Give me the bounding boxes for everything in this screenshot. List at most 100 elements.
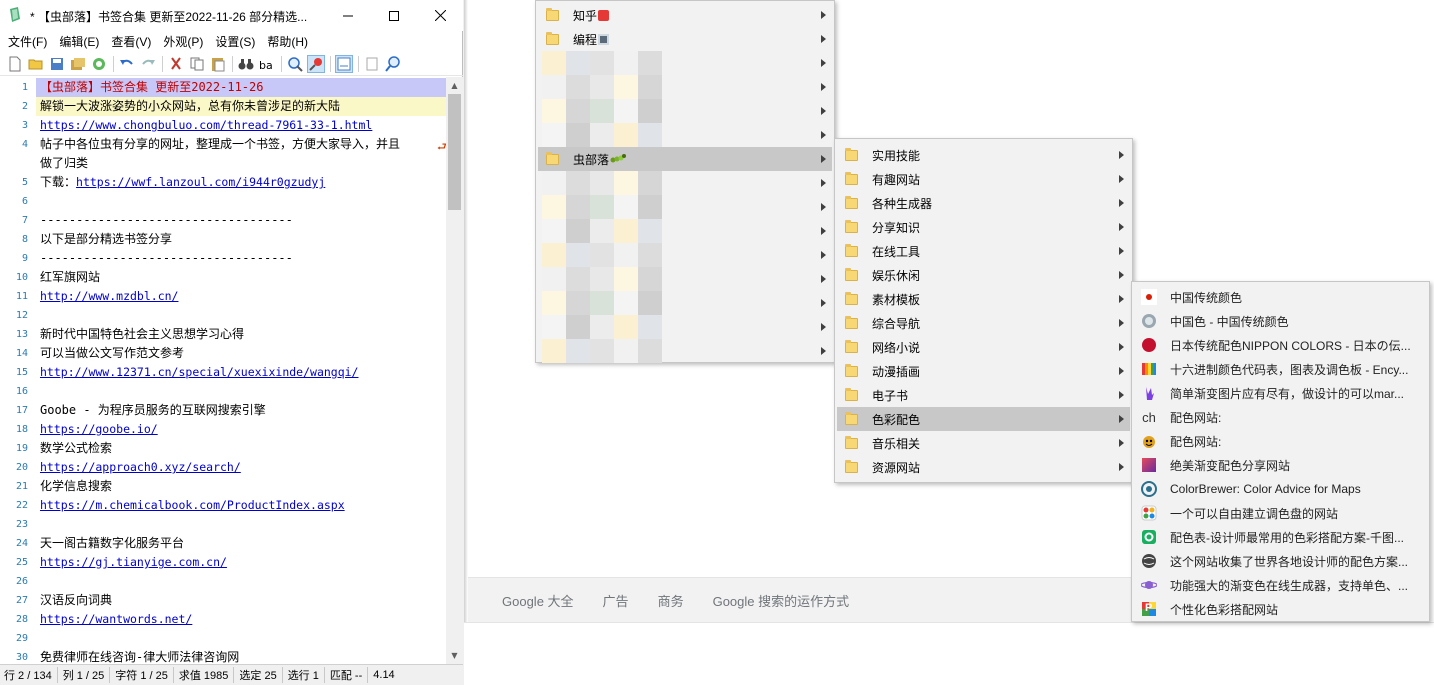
bookmark-link[interactable]: 简单渐变图片应有尽有，做设计的可以mar... (1134, 381, 1427, 405)
svg-text:ba: ba (259, 59, 273, 71)
download-link[interactable]: https://wwf.lanzoul.com/i944r0gzudyj (76, 175, 325, 189)
menu-view[interactable]: 查看(V) (111, 33, 151, 50)
bookmark-link[interactable]: 功能强大的渐变色在线生成器，支持单色、... (1134, 573, 1427, 597)
bookmark-link[interactable]: 配色表-设计师最常用的色彩搭配方案-千图... (1134, 525, 1427, 549)
zoom-button[interactable] (286, 55, 304, 73)
bookmark-folder[interactable]: 分享知识 (837, 215, 1130, 239)
replace-button[interactable]: ba (258, 55, 276, 73)
bookmark-link-label: 配色网站: (1170, 410, 1222, 425)
redo-button[interactable] (139, 55, 157, 73)
blurred-tile (590, 51, 614, 75)
bookmark-folder-label: 网络小说 (872, 340, 921, 355)
undo-button[interactable] (118, 55, 136, 73)
footer-link-all[interactable]: Google 大全 (502, 591, 574, 610)
bookmark-link[interactable]: 配色网站: (1134, 429, 1427, 453)
scheme-button[interactable] (363, 55, 381, 73)
new-file-button[interactable] (6, 55, 24, 73)
bookmark-folder-label: 资源网站 (872, 460, 921, 475)
blurred-bookmark-folder[interactable] (538, 75, 832, 99)
footer-link-business[interactable]: 商务 (658, 591, 684, 610)
close-button[interactable] (417, 0, 463, 31)
bookmark-folder[interactable]: 实用技能 (837, 143, 1130, 167)
maximize-button[interactable] (371, 0, 417, 31)
find-button[interactable] (237, 55, 255, 73)
link-line[interactable]: http://www.mzdbl.cn/ (36, 287, 446, 306)
bookmark-folder[interactable]: 音乐相关 (837, 431, 1130, 455)
blurred-bookmark-folder[interactable] (538, 219, 832, 243)
blurred-bookmark-folder[interactable] (538, 315, 832, 339)
footer-link-how-search-works[interactable]: Google 搜索的运作方式 (713, 591, 850, 610)
paste-button[interactable] (209, 55, 227, 73)
bookmark-folder[interactable]: 编程 (538, 27, 832, 51)
scroll-up-arrow[interactable]: ▲ (446, 77, 463, 94)
pin-button[interactable] (307, 54, 325, 73)
menu-edit[interactable]: 编辑(E) (59, 33, 99, 50)
bookmark-folder[interactable]: 资源网站 (837, 455, 1130, 479)
bookmark-link[interactable]: ColorBrewer: Color Advice for Maps (1134, 477, 1427, 501)
link-line[interactable]: https://wantwords.net/ (36, 610, 446, 629)
bookmark-folder[interactable]: 网络小说 (837, 335, 1130, 359)
bookmark-folder[interactable]: 娱乐休闲 (837, 263, 1130, 287)
scroll-down-arrow[interactable]: ▼ (446, 647, 463, 664)
bookmark-folder[interactable]: 各种生成器 (837, 191, 1130, 215)
bookmark-folder[interactable]: 动漫插画 (837, 359, 1130, 383)
bookmark-folder[interactable]: 素材模板 (837, 287, 1130, 311)
blurred-bookmark-folder[interactable] (538, 51, 832, 75)
scrollbar-thumb[interactable] (448, 94, 461, 210)
link-line[interactable]: https://m.chemicalbook.com/ProductIndex.… (36, 496, 446, 515)
open-file-button[interactable] (27, 55, 45, 73)
blurred-bookmark-folder[interactable] (538, 243, 832, 267)
menu-file[interactable]: 文件(F) (8, 33, 47, 50)
bookmark-link[interactable]: 日本传统配色NIPPON COLORS - 日本の伝... (1134, 333, 1427, 357)
bookmark-folder[interactable]: 虫部落 (538, 147, 832, 171)
word-wrap-button[interactable] (335, 54, 353, 73)
bookmark-folder[interactable]: 知乎 (538, 3, 832, 27)
blurred-bookmark-folder[interactable] (538, 99, 832, 123)
copy-button[interactable] (188, 55, 206, 73)
link-line[interactable]: https://goobe.io/ (36, 420, 446, 439)
bookmark-folder[interactable]: 有趣网站 (837, 167, 1130, 191)
minimize-button[interactable] (325, 0, 371, 31)
menu-help[interactable]: 帮助(H) (267, 33, 308, 50)
cut-button[interactable] (167, 55, 185, 73)
reload-button[interactable] (90, 55, 108, 73)
bookmark-link-label: 功能强大的渐变色在线生成器，支持单色、... (1170, 578, 1409, 593)
bookmark-link[interactable]: 绝美渐变配色分享网站 (1134, 453, 1427, 477)
link-line[interactable]: https://www.chongbuluo.com/thread-7961-3… (36, 116, 446, 135)
blurred-bookmark-folder[interactable] (538, 171, 832, 195)
save-all-button[interactable] (69, 55, 87, 73)
line-number: 12 (15, 310, 28, 321)
bookmark-link[interactable]: ch 配色网站: (1134, 405, 1427, 429)
link-line[interactable]: https://approach0.xyz/search/ (36, 458, 446, 477)
line-number: 11 (15, 291, 28, 302)
blurred-bookmark-folder[interactable] (538, 123, 832, 147)
bookmark-link-label: 配色网站: (1170, 434, 1222, 449)
bookmark-link[interactable]: 中国传统颜色 (1134, 285, 1427, 309)
blurred-tile (590, 123, 614, 147)
save-button[interactable] (48, 55, 66, 73)
blurred-bookmark-folder[interactable] (538, 267, 832, 291)
blurred-bookmark-folder[interactable] (538, 339, 832, 363)
bookmark-link-label: 中国色 - 中国传统颜色 (1170, 314, 1289, 329)
blurred-bookmark-folder[interactable] (538, 291, 832, 315)
bookmark-folder[interactable]: 电子书 (837, 383, 1130, 407)
blurred-bookmark-folder[interactable] (538, 195, 832, 219)
bookmark-folder[interactable]: 综合导航 (837, 311, 1130, 335)
bookmark-link[interactable]: P 个性化色彩搭配网站 (1134, 597, 1427, 621)
text-area[interactable]: 【虫部落】书签合集 更新至2022-11-26 解锁一大波涨姿势的小众网站，总有你… (36, 77, 446, 664)
bookmark-link[interactable]: 十六进制颜色代码表，图表及调色板 - Ency... (1134, 357, 1427, 381)
search-button[interactable] (384, 55, 402, 73)
menu-settings[interactable]: 设置(S) (215, 33, 255, 50)
bookmark-link[interactable]: 一个可以自由建立调色盘的网站 (1134, 501, 1427, 525)
bookmark-link-label: 简单渐变图片应有尽有，做设计的可以mar... (1170, 386, 1405, 401)
menu-appearance[interactable]: 外观(P) (163, 33, 203, 50)
link-line[interactable]: https://gj.tianyige.com.cn/ (36, 553, 446, 572)
bookmark-folder[interactable]: 在线工具 (837, 239, 1130, 263)
bookmark-folder[interactable]: 色彩配色 (837, 407, 1130, 431)
bookmark-link[interactable]: 这个网站收集了世界各地设计师的配色方案... (1134, 549, 1427, 573)
title-bar[interactable]: * 【虫部落】书签合集 更新至2022-11-26 部分精选... (0, 0, 463, 31)
footer-link-ads[interactable]: 广告 (603, 591, 629, 610)
globe-icon (1141, 553, 1157, 569)
bookmark-link[interactable]: 中国色 - 中国传统颜色 (1134, 309, 1427, 333)
link-line[interactable]: http://www.12371.cn/special/xuexixinde/w… (36, 363, 446, 382)
